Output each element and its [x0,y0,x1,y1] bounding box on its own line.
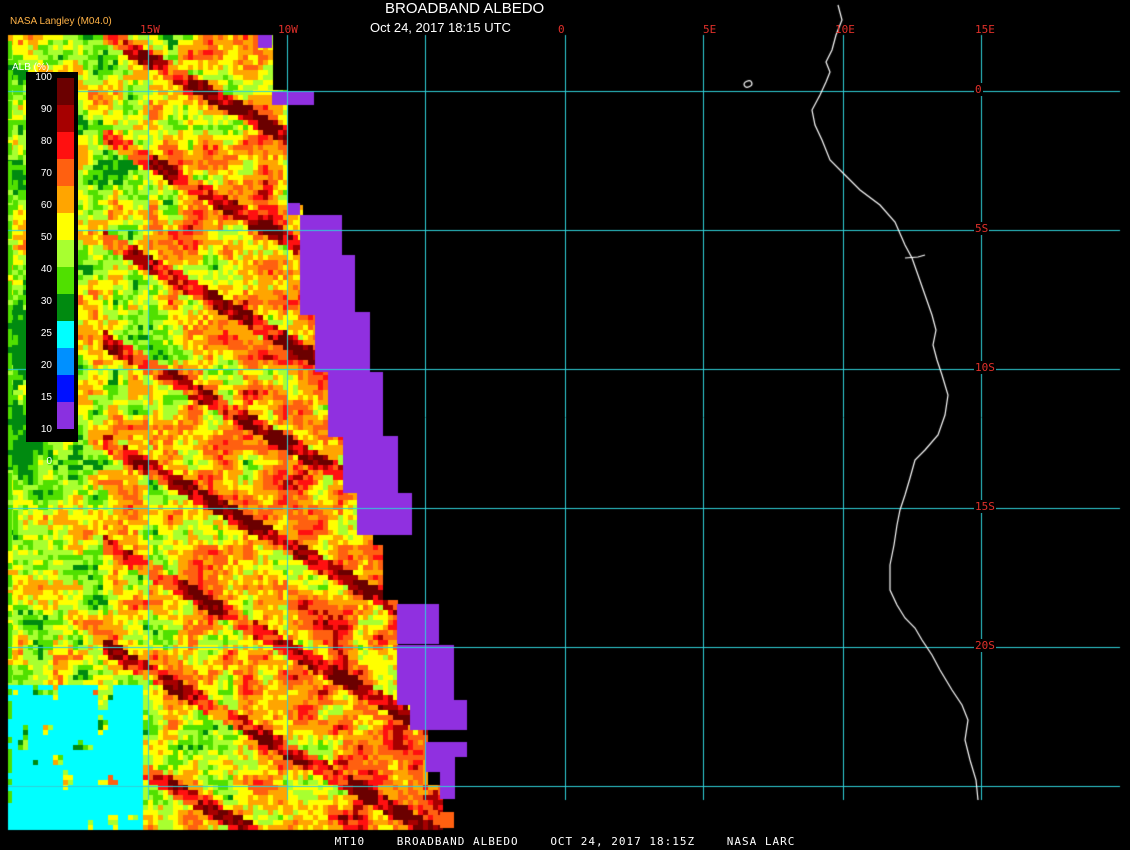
legend-tick: 0 [46,456,52,467]
legend-swatch [57,267,74,294]
lat-label-15s: 15S [974,500,996,513]
lat-label-20s: 20S [974,639,996,652]
footer-agency: NASA LARC [726,835,796,848]
footer-caption: MT10 BROADBAND ALBEDO OCT 24, 2017 18:15… [0,835,1130,848]
footer-datetime: OCT 24, 2017 18:15Z [550,835,696,848]
legend-tick: 20 [40,360,52,371]
legend-swatch [57,186,74,213]
legend-tick: 10 [40,424,52,435]
legend-tick: 90 [40,104,52,115]
lon-label-10w: 10W [278,23,298,36]
lon-label-5e: 5E [703,23,717,36]
legend-swatch [57,348,74,375]
legend-tick: 50 [40,232,52,243]
lon-label-15w: 15W [140,23,160,36]
legend-swatch [57,294,74,321]
legend-tick: 30 [40,296,52,307]
legend-tick: 60 [40,200,52,211]
legend-swatch [57,132,74,159]
lon-label-15e: 15E [975,23,995,36]
albedo-map [0,0,1130,850]
lat-label-10s: 10S [974,361,996,374]
legend-swatch [57,321,74,348]
footer-product: MT10 [334,835,366,848]
footer-name: BROADBAND ALBEDO [396,835,519,848]
legend-tick: 15 [40,392,52,403]
legend-swatch [57,402,74,429]
map-title: BROADBAND ALBEDO [385,0,545,17]
legend-tick: 100 [35,72,52,83]
map-subtitle: Oct 24, 2017 18:15 UTC [370,20,511,35]
credit-label: NASA Langley (M04.0) [10,16,112,27]
legend-swatch [57,213,74,240]
legend-swatch [57,78,74,105]
legend-swatch [57,159,74,186]
lat-label-0: 0 [974,83,983,96]
legend-swatch [57,105,74,132]
legend-swatch [57,240,74,267]
legend-tick: 70 [40,168,52,179]
lon-label-10e: 10E [835,23,855,36]
legend-swatch [57,375,74,402]
lon-label-0: 0 [558,23,565,36]
legend-tick: 80 [40,136,52,147]
lat-label-5s: 5S [974,222,990,235]
legend-tick: 25 [40,328,52,339]
legend-tick: 40 [40,264,52,275]
